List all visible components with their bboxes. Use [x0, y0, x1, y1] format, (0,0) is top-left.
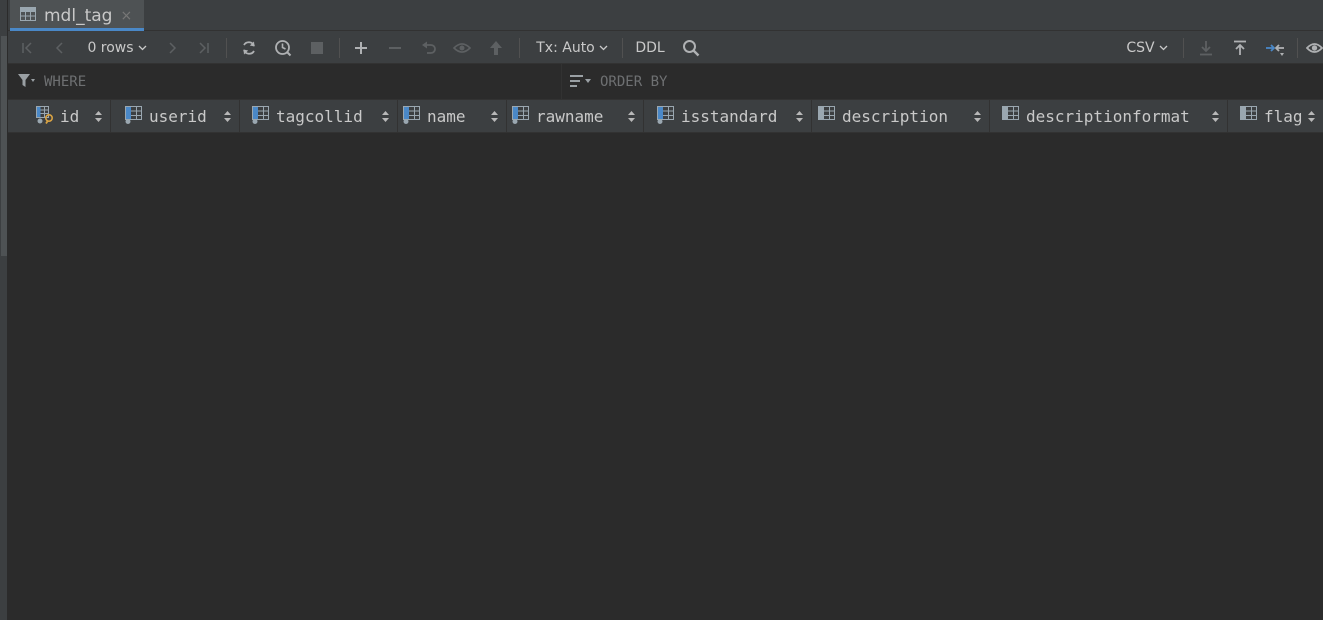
- column-header-name[interactable]: name: [398, 100, 507, 133]
- where-placeholder: WHERE: [44, 74, 87, 90]
- column-icon: [657, 105, 677, 128]
- scrollbar-thumb[interactable]: [1, 36, 7, 256]
- chevron-down-icon: [138, 45, 147, 51]
- left-gutter: [0, 0, 8, 620]
- where-filter-field[interactable]: WHERE: [18, 64, 558, 100]
- column-header-id[interactable]: id: [8, 100, 111, 133]
- column-header-description[interactable]: description: [812, 100, 990, 133]
- transaction-mode-label: Tx: Auto: [536, 39, 595, 56]
- column-header-flag[interactable]: flag: [1228, 100, 1323, 133]
- order-by-placeholder: ORDER BY: [600, 74, 668, 90]
- upload-icon[interactable]: [1229, 31, 1251, 64]
- stop-icon[interactable]: [306, 31, 328, 64]
- primary-key-column-icon: [36, 105, 56, 128]
- column-header-userid[interactable]: userid: [111, 100, 240, 133]
- table-icon: [20, 6, 36, 25]
- toolbar-separator: [226, 38, 227, 58]
- column-name: tagcollid: [276, 107, 363, 126]
- compare-icon[interactable]: [1263, 31, 1287, 64]
- column-header-descriptionformat[interactable]: descriptionformat: [990, 100, 1228, 133]
- download-icon[interactable]: [1195, 31, 1217, 64]
- column-name: description: [842, 107, 948, 126]
- sort-toggle-icon[interactable]: [382, 100, 389, 133]
- history-icon[interactable]: [272, 31, 294, 64]
- column-icon: [403, 105, 423, 128]
- grid-header: id userid tagcollid name rawname isstand: [8, 100, 1323, 133]
- chevron-down-icon: [1159, 45, 1168, 51]
- column-icon: [252, 105, 272, 128]
- sort-toggle-icon[interactable]: [1308, 100, 1315, 133]
- submit-icon[interactable]: [485, 31, 507, 64]
- previous-page-icon[interactable]: [49, 31, 71, 64]
- delete-row-icon[interactable]: [384, 31, 406, 64]
- column-icon: [125, 105, 145, 128]
- sort-toggle-icon[interactable]: [224, 100, 231, 133]
- order-by-field[interactable]: ORDER BY: [570, 64, 1310, 100]
- sort-toggle-icon[interactable]: [1212, 100, 1219, 133]
- toolbar-separator: [339, 38, 340, 58]
- column-header-isstandard[interactable]: isstandard: [644, 100, 812, 133]
- column-icon: [818, 105, 838, 128]
- search-icon[interactable]: [680, 31, 702, 64]
- tab-label: mdl_tag: [44, 5, 113, 26]
- transaction-mode-dropdown[interactable]: Tx: Auto: [532, 31, 612, 64]
- column-icon: [1240, 105, 1260, 128]
- column-name: flag: [1264, 107, 1303, 126]
- toolbar-separator: [1297, 38, 1298, 58]
- export-format-dropdown[interactable]: CSV: [1122, 31, 1172, 64]
- filter-divider: [561, 64, 562, 100]
- toolbar-separator: [1183, 38, 1184, 58]
- column-header-rawname[interactable]: rawname: [507, 100, 644, 133]
- revert-icon[interactable]: [418, 31, 440, 64]
- sort-toggle-icon[interactable]: [95, 100, 102, 133]
- tab-mdl-tag[interactable]: mdl_tag ×: [10, 0, 144, 31]
- column-name: userid: [149, 107, 207, 126]
- result-grid-body[interactable]: [8, 133, 1323, 620]
- add-row-icon[interactable]: [350, 31, 372, 64]
- column-name: name: [427, 107, 466, 126]
- column-name: isstandard: [681, 107, 778, 126]
- toolbar-separator: [622, 38, 623, 58]
- column-name: rawname: [536, 107, 604, 126]
- filter-icon: [18, 73, 36, 92]
- column-icon: [1002, 105, 1022, 128]
- column-icon: [512, 105, 532, 128]
- sort-toggle-icon[interactable]: [796, 100, 803, 133]
- column-name: descriptionformat: [1026, 107, 1190, 126]
- last-page-icon[interactable]: [193, 31, 215, 64]
- sort-toggle-icon[interactable]: [974, 100, 981, 133]
- view-icon[interactable]: [1306, 31, 1323, 64]
- toolbar-separator: [519, 38, 520, 58]
- sort-toggle-icon[interactable]: [628, 100, 635, 133]
- sort-icon: [570, 73, 592, 92]
- close-icon[interactable]: ×: [120, 8, 132, 24]
- export-format-label: CSV: [1126, 39, 1155, 56]
- ddl-button[interactable]: DDL: [632, 31, 668, 64]
- preview-changes-icon[interactable]: [451, 31, 473, 64]
- rows-count-label: 0 rows: [87, 39, 134, 56]
- sort-toggle-icon[interactable]: [491, 100, 498, 133]
- rows-count-dropdown[interactable]: 0 rows: [82, 31, 152, 64]
- next-page-icon[interactable]: [161, 31, 183, 64]
- data-toolbar: 0 rows Tx: Auto DDL CSV: [8, 31, 1323, 64]
- editor-tab-bar: mdl_tag ×: [8, 0, 1323, 31]
- ddl-label: DDL: [635, 39, 665, 56]
- column-name: id: [60, 107, 80, 126]
- refresh-icon[interactable]: [238, 31, 260, 64]
- column-header-tagcollid[interactable]: tagcollid: [240, 100, 398, 133]
- chevron-down-icon: [599, 45, 608, 51]
- filter-bar: WHERE ORDER BY: [8, 64, 1323, 100]
- first-page-icon[interactable]: [16, 31, 38, 64]
